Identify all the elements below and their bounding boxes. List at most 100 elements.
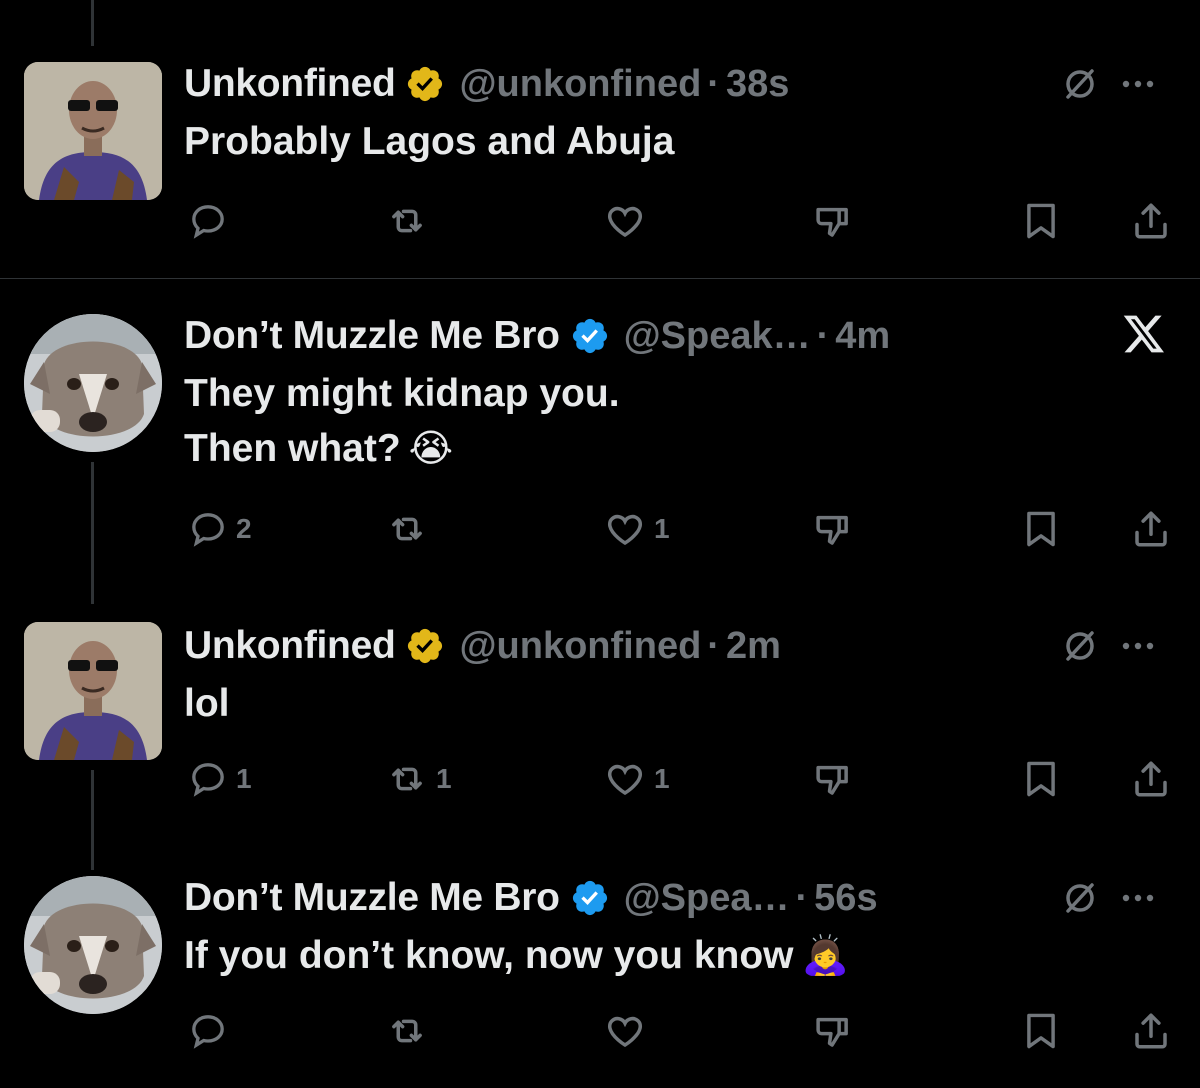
avatar[interactable] xyxy=(24,622,162,760)
bookmark-icon xyxy=(1022,758,1060,800)
thumbs-down-icon xyxy=(812,200,854,242)
share-button[interactable] xyxy=(1130,1006,1172,1056)
timestamp[interactable]: 2m xyxy=(726,625,781,668)
reply-count: 1 xyxy=(236,763,252,794)
thumbs-down-icon xyxy=(812,508,854,550)
grok-slash-icon[interactable] xyxy=(1058,62,1102,106)
avatar[interactable] xyxy=(24,876,162,1014)
tweet[interactable]: Unkonfined @unkonfined · 2m lol 1 1 1 xyxy=(0,618,1200,818)
tweet[interactable]: Unkonfined @unkonfined · 38s Probably La… xyxy=(0,56,1200,256)
tweet-text: Probably Lagos and Abuja xyxy=(184,114,674,169)
bowing-woman-emoji: 🙇‍♀️ xyxy=(801,933,849,977)
more-icon[interactable] xyxy=(1116,624,1160,668)
reply-button[interactable] xyxy=(188,1006,236,1056)
heart-icon xyxy=(604,1010,646,1052)
tweet-text-line: If you don’t know, now you know xyxy=(184,934,794,977)
share-icon xyxy=(1130,508,1172,550)
tweet-text: If you don’t know, now you know 🙇‍♀️ xyxy=(184,928,849,983)
avatar[interactable] xyxy=(24,314,162,452)
heart-icon xyxy=(604,758,646,800)
bookmark-button[interactable] xyxy=(1022,196,1060,246)
tweet[interactable]: Don’t Muzzle Me Bro @Speak… · 4m They mi… xyxy=(0,308,1200,568)
tweet-text: They might kidnap you. Then what? 😭 xyxy=(184,366,620,476)
more-icon[interactable] xyxy=(1116,62,1160,106)
reply-button[interactable] xyxy=(188,196,236,246)
repost-icon xyxy=(386,1010,428,1052)
action-bar: 1 1 1 xyxy=(0,754,1200,804)
share-icon xyxy=(1130,758,1172,800)
bookmark-icon xyxy=(1022,200,1060,242)
repost-button[interactable]: 1 xyxy=(386,754,452,804)
separator-dot: · xyxy=(707,624,720,667)
bookmark-icon xyxy=(1022,1010,1060,1052)
loudly-crying-emoji: 😭 xyxy=(408,426,454,470)
tweet-header: Unkonfined @unkonfined · 38s xyxy=(184,56,789,112)
display-name[interactable]: Don’t Muzzle Me Bro xyxy=(184,314,560,358)
conversation-thread: Unkonfined @unkonfined · 38s Probably La… xyxy=(0,0,1200,1088)
tweet-header: Don’t Muzzle Me Bro @Speak… · 4m xyxy=(184,308,890,364)
separator-dot: · xyxy=(816,314,830,357)
display-name[interactable]: Don’t Muzzle Me Bro xyxy=(184,876,560,920)
like-button[interactable]: 1 xyxy=(604,754,670,804)
share-button[interactable] xyxy=(1130,196,1172,246)
bookmark-button[interactable] xyxy=(1022,754,1060,804)
grok-slash-icon[interactable] xyxy=(1058,624,1102,668)
dislike-button[interactable] xyxy=(812,196,854,246)
dislike-button[interactable] xyxy=(812,1006,854,1056)
reply-button[interactable]: 2 xyxy=(188,504,252,554)
separator-dot: · xyxy=(795,876,809,919)
timestamp[interactable]: 38s xyxy=(726,63,789,106)
reply-icon xyxy=(188,509,228,549)
repost-button[interactable] xyxy=(386,1006,436,1056)
verified-blue-badge-icon xyxy=(570,316,610,356)
like-button[interactable]: 1 xyxy=(604,504,670,554)
reply-button[interactable]: 1 xyxy=(188,754,252,804)
share-icon xyxy=(1130,200,1172,242)
reply-count: 2 xyxy=(236,513,252,544)
verified-gold-badge-icon xyxy=(405,64,445,104)
user-handle[interactable]: @Spea… xyxy=(624,877,790,920)
repost-icon xyxy=(386,508,428,550)
dislike-button[interactable] xyxy=(812,754,854,804)
bookmark-icon xyxy=(1022,508,1060,550)
display-name[interactable]: Unkonfined xyxy=(184,62,396,106)
tweet-header: Don’t Muzzle Me Bro @Spea… · 56s xyxy=(184,870,878,926)
bookmark-button[interactable] xyxy=(1022,1006,1060,1056)
avatar[interactable] xyxy=(24,62,162,200)
bookmark-button[interactable] xyxy=(1022,504,1060,554)
like-count: 1 xyxy=(654,763,670,794)
dislike-button[interactable] xyxy=(812,504,854,554)
verified-gold-badge-icon xyxy=(405,626,445,666)
user-handle[interactable]: @unkonfined xyxy=(459,63,701,106)
share-button[interactable] xyxy=(1130,504,1172,554)
more-icon[interactable] xyxy=(1116,876,1160,920)
repost-button[interactable] xyxy=(386,196,436,246)
heart-icon xyxy=(604,200,646,242)
tweet-text-line: lol xyxy=(184,682,230,725)
separator-dot: · xyxy=(707,62,720,105)
grok-slash-icon[interactable] xyxy=(1058,876,1102,920)
display-name[interactable]: Unkonfined xyxy=(184,624,396,668)
repost-button[interactable] xyxy=(386,504,436,554)
verified-blue-badge-icon xyxy=(570,878,610,918)
user-handle[interactable]: @Speak… xyxy=(624,315,811,358)
thumbs-down-icon xyxy=(812,758,854,800)
thumbs-down-icon xyxy=(812,1010,854,1052)
share-button[interactable] xyxy=(1130,754,1172,804)
timestamp[interactable]: 4m xyxy=(835,315,890,358)
tweet-text: lol xyxy=(184,676,230,731)
tweet-header: Unkonfined @unkonfined · 2m xyxy=(184,618,781,674)
repost-count: 1 xyxy=(436,763,452,794)
like-button[interactable] xyxy=(604,196,654,246)
reply-icon xyxy=(188,1011,228,1051)
action-bar: 2 1 xyxy=(0,504,1200,554)
repost-icon xyxy=(386,200,428,242)
tweet-text-line: Probably Lagos and Abuja xyxy=(184,120,675,163)
user-handle[interactable]: @unkonfined xyxy=(459,625,701,668)
x-logo-icon[interactable] xyxy=(1122,312,1166,356)
action-bar xyxy=(0,196,1200,246)
timestamp[interactable]: 56s xyxy=(814,877,877,920)
tweet[interactable]: Don’t Muzzle Me Bro @Spea… · 56s If you … xyxy=(0,870,1200,1080)
tweet-text-line: They might kidnap you. xyxy=(184,372,620,415)
like-button[interactable] xyxy=(604,1006,654,1056)
